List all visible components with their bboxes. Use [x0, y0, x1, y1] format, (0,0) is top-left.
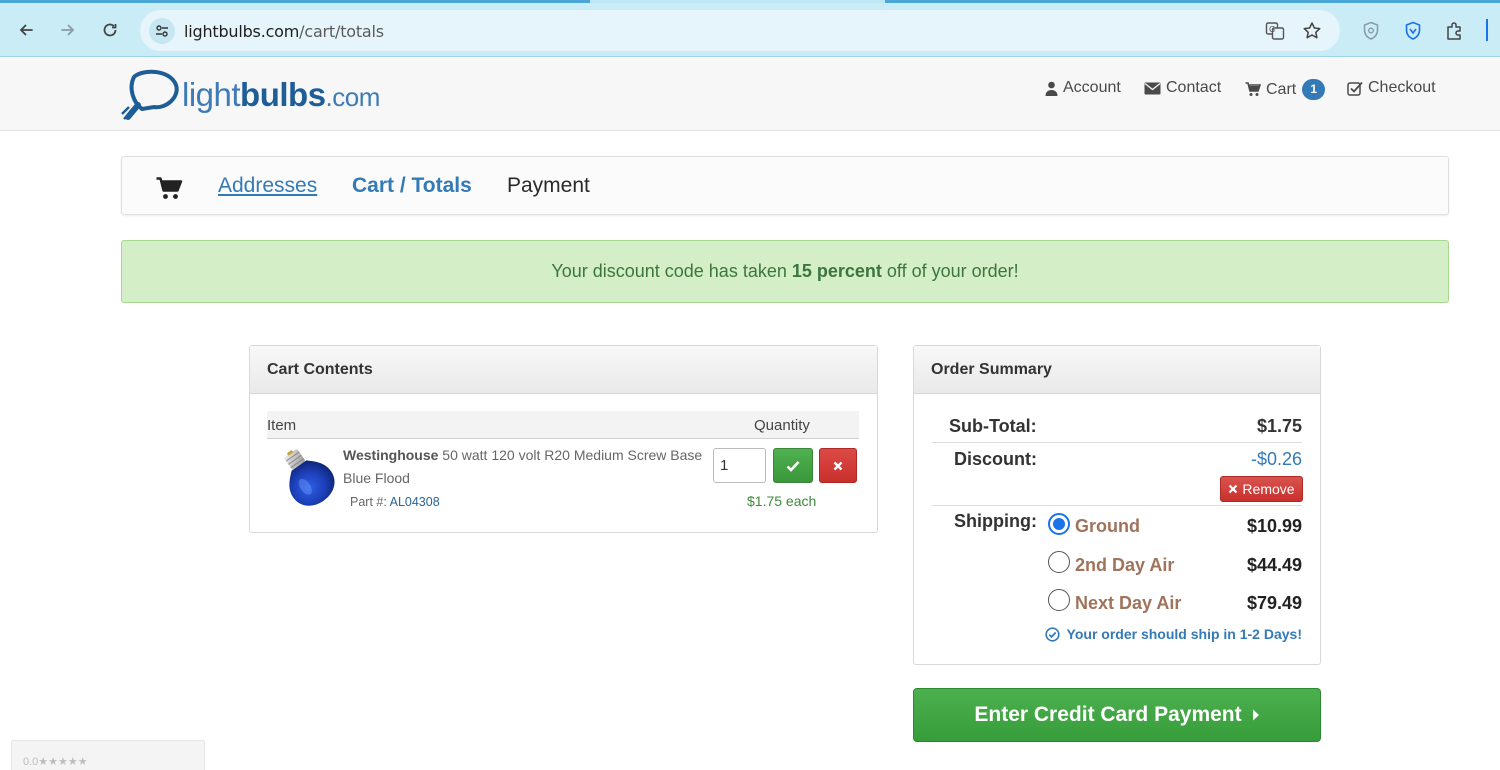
site-header: lightbulbs.com Account Contact Cart 1 Ch… — [0, 57, 1500, 131]
column-item: Item — [267, 417, 297, 434]
product-image[interactable] — [278, 446, 336, 513]
enter-credit-card-payment-button[interactable]: Enter Credit Card Payment — [913, 688, 1321, 742]
quantity-input[interactable] — [713, 448, 766, 483]
nav-contact[interactable]: Contact — [1144, 79, 1221, 97]
translate-icon[interactable]: G — [1265, 21, 1285, 41]
profile-edge — [1486, 19, 1488, 41]
browser-toolbar: lightbulbs.com/cart/totals G — [0, 0, 1500, 57]
shipping-option-next-day[interactable]: Next Day Air — [1075, 593, 1181, 614]
shipping-price-next-day: $79.49 — [1246, 593, 1302, 613]
update-quantity-button[interactable] — [773, 448, 813, 483]
back-arrow-icon[interactable] — [13, 17, 39, 43]
subtotal-label: Sub-Total: — [949, 416, 1037, 436]
envelope-icon — [1144, 82, 1161, 94]
unit-price: $1.75 each — [747, 493, 817, 509]
nav-cart[interactable]: Cart 1 — [1245, 79, 1326, 100]
shipping-next-day-radio[interactable] — [1048, 589, 1070, 611]
alert-text-before: Your discount code has taken — [551, 261, 792, 281]
summary-divider — [932, 442, 1302, 443]
part-number: Part #: AL04308 — [350, 495, 440, 509]
site-logo[interactable]: lightbulbs.com — [120, 67, 380, 123]
discount-alert: Your discount code has taken 15 percent … — [121, 240, 1449, 303]
tab-load-indicator — [590, 0, 885, 3]
forward-arrow-icon[interactable] — [55, 17, 81, 43]
column-quantity: Quantity — [754, 417, 810, 434]
nav-account-label: Account — [1063, 79, 1121, 96]
cart-count-badge: 1 — [1302, 79, 1326, 100]
shopping-cart-icon — [1245, 82, 1261, 96]
close-icon — [833, 461, 843, 470]
cart-contents-heading: Cart Contents — [250, 346, 877, 394]
logo-wordmark: lightbulbs.com — [182, 76, 380, 113]
shipping-option-ground[interactable]: Ground — [1075, 516, 1140, 537]
step-payment: Payment — [507, 174, 590, 197]
step-cart-totals: Cart / Totals — [352, 174, 472, 197]
product-name[interactable]: Westinghouse 50 watt 120 volt R20 Medium… — [343, 444, 713, 490]
close-icon — [1229, 484, 1238, 494]
part-number-label: Part #: — [350, 495, 390, 509]
alert-discount-amount: 15 percent — [791, 261, 882, 281]
svg-text:G: G — [1269, 25, 1275, 34]
remove-item-button[interactable] — [819, 448, 857, 483]
user-icon — [1045, 81, 1058, 96]
order-summary-panel: Order Summary Sub-Total: $1.75 Discount:… — [913, 345, 1321, 665]
ship-estimate-text: Your order should ship in 1-2 Days! — [1066, 626, 1302, 642]
shipping-ground-radio[interactable] — [1048, 513, 1070, 535]
remove-discount-button[interactable]: Remove — [1220, 476, 1303, 502]
cart-table-header: Item Quantity — [267, 411, 859, 439]
nav-checkout[interactable]: Checkout — [1347, 79, 1436, 97]
check-square-icon — [1347, 81, 1363, 96]
shipping-label: Shipping: — [954, 511, 1037, 531]
checkout-steps: Addresses Cart / Totals Payment — [121, 156, 1449, 215]
remove-discount-label: Remove — [1242, 481, 1295, 497]
lightbulb-logo-icon — [121, 69, 179, 120]
reload-icon[interactable] — [97, 17, 123, 43]
shipping-option-2nd-day[interactable]: 2nd Day Air — [1075, 555, 1174, 576]
extensions-puzzle-icon[interactable] — [1444, 20, 1466, 42]
cart-contents-panel: Cart Contents Item Quantity Westinghouse… — [249, 345, 878, 533]
step-addresses-link[interactable]: Addresses — [218, 174, 317, 198]
shipping-price-2nd-day: $44.49 — [1246, 555, 1302, 575]
check-circle-icon — [1044, 626, 1060, 642]
checkmark-icon — [786, 460, 800, 472]
nav-checkout-label: Checkout — [1368, 79, 1436, 96]
part-number-link[interactable]: AL04308 — [390, 495, 440, 509]
rating-widget[interactable]: 0.0★★★★★ — [11, 740, 205, 770]
summary-divider — [932, 505, 1302, 506]
shopping-cart-icon — [156, 177, 183, 205]
bookmark-star-icon[interactable] — [1302, 21, 1322, 41]
site-settings-icon[interactable] — [149, 18, 175, 44]
shipping-2nd-day-radio[interactable] — [1048, 551, 1070, 573]
order-summary-heading: Order Summary — [914, 346, 1320, 394]
nav-cart-label: Cart — [1266, 80, 1297, 98]
url-text: lightbulbs.com/cart/totals — [184, 22, 384, 41]
vpn-extension-icon[interactable] — [1402, 20, 1424, 42]
subtotal-value: $1.75 — [1256, 416, 1302, 436]
address-bar[interactable]: lightbulbs.com/cart/totals G — [140, 10, 1340, 51]
alert-text-after: off of your order! — [881, 261, 1019, 281]
nav-account[interactable]: Account — [1045, 79, 1121, 97]
payment-button-label: Enter Credit Card Payment — [974, 703, 1242, 726]
shipping-price-ground: $10.99 — [1246, 516, 1302, 536]
ship-estimate-note: Your order should ship in 1-2 Days! — [1044, 626, 1302, 642]
nav-contact-label: Contact — [1166, 79, 1222, 96]
product-brand: Westinghouse — [343, 447, 439, 463]
discount-value: -$0.26 — [1250, 449, 1302, 469]
caret-right-icon — [1252, 709, 1259, 721]
shield-extension-icon[interactable] — [1360, 20, 1382, 42]
discount-label: Discount: — [954, 449, 1037, 469]
